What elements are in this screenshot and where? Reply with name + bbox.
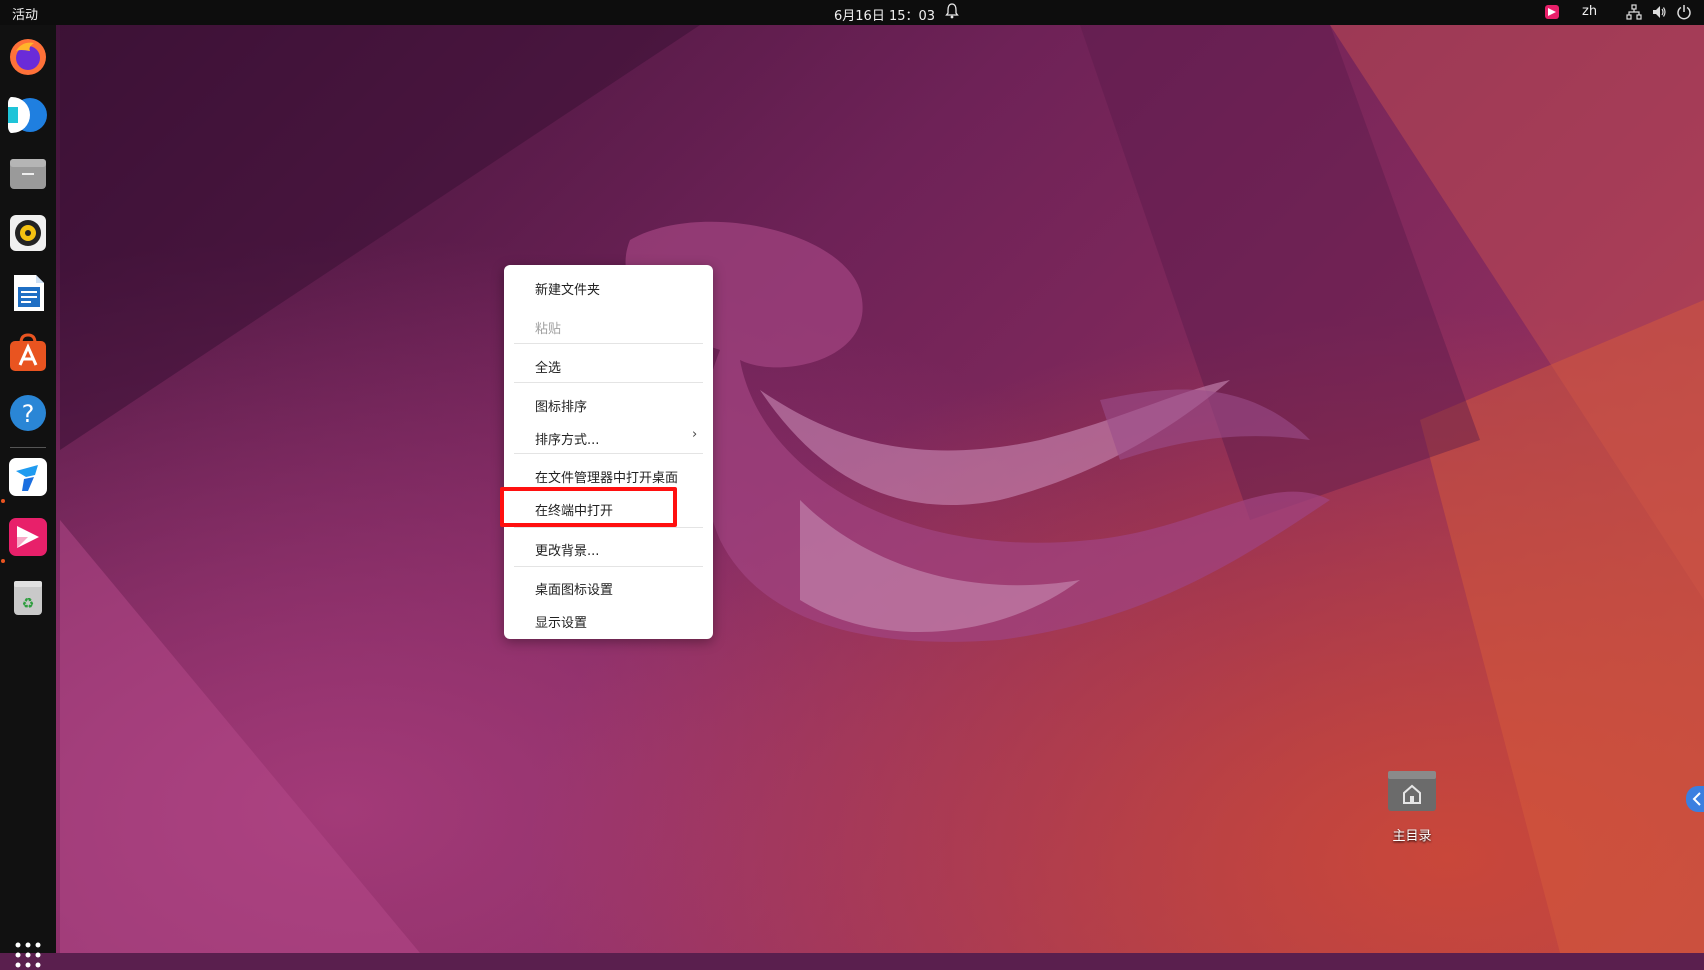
chevron-left-icon <box>1692 792 1701 806</box>
menu-item-label: 显示设置 <box>535 616 588 631</box>
menu-item-label: 全选 <box>535 361 562 376</box>
menu-item-select-all[interactable]: 全选 <box>504 351 713 379</box>
clock[interactable]: 6月16日 15：03 <box>834 5 935 24</box>
menu-item-label: 在文件管理器中打开桌面 <box>535 471 679 486</box>
input-method-indicator[interactable]: zh <box>1582 4 1597 19</box>
running-indicator <box>1 499 5 503</box>
rhythmbox-icon[interactable] <box>8 213 48 253</box>
home-folder-icon <box>1388 771 1436 811</box>
show-apps-grid-icon[interactable] <box>13 940 43 970</box>
menu-item-label: 桌面图标设置 <box>535 583 614 598</box>
files-icon[interactable] <box>8 153 48 193</box>
software-center-icon[interactable] <box>8 333 48 373</box>
home-folder-desktop-icon[interactable]: 主目录 <box>1380 765 1444 845</box>
menu-separator <box>514 453 703 454</box>
menu-item-label: 排序方式... <box>535 433 600 448</box>
svg-text:♻: ♻ <box>22 596 35 612</box>
running-indicator <box>1 559 5 563</box>
sunlogin-tray-icon[interactable] <box>1544 4 1560 20</box>
libreoffice-writer-icon[interactable] <box>8 273 48 313</box>
chevron-right-icon: › <box>692 427 698 442</box>
side-panel-toggle[interactable] <box>1686 786 1704 812</box>
network-icon[interactable] <box>1626 4 1642 20</box>
menu-item-new-folder[interactable]: 新建文件夹 <box>504 273 713 301</box>
desktop-context-menu: 新建文件夹 粘贴 全选 图标排序 排序方式... › 在文件管理器中打开桌面 在… <box>504 265 713 639</box>
top-bar: 活动 6月16日 15：03 zh <box>0 0 1704 25</box>
menu-separator <box>514 566 703 567</box>
activities-button[interactable]: 活动 <box>12 4 38 23</box>
wallpaper-graphic <box>60 25 1704 953</box>
menu-item-sort-by[interactable]: 排序方式... › <box>504 423 713 451</box>
menu-item-paste: 粘贴 <box>504 312 713 340</box>
help-icon[interactable]: ? <box>8 393 48 433</box>
menu-item-change-background[interactable]: 更改背景... <box>504 534 713 562</box>
menu-item-display-settings[interactable]: 显示设置 <box>504 606 713 634</box>
menu-item-desktop-icon-settings[interactable]: 桌面图标设置 <box>504 573 713 601</box>
highlight-annotation <box>500 487 677 527</box>
sunlogin-icon[interactable] <box>8 517 48 557</box>
firefox-icon[interactable] <box>8 37 48 77</box>
menu-item-arrange-icons[interactable]: 图标排序 <box>504 390 713 418</box>
volume-icon[interactable] <box>1651 4 1667 20</box>
thunderbird-icon[interactable] <box>8 95 48 135</box>
menu-separator <box>514 343 703 344</box>
menu-separator <box>514 382 703 383</box>
dock-separator <box>10 447 46 448</box>
svg-text:?: ? <box>22 400 35 428</box>
home-folder-label: 主目录 <box>1392 829 1432 844</box>
menu-item-label: 更改背景... <box>535 544 600 559</box>
desktop-wallpaper[interactable] <box>0 0 1704 953</box>
menu-item-label: 粘贴 <box>535 322 562 337</box>
trash-icon[interactable]: ♻ <box>8 577 48 617</box>
notification-bell-icon[interactable] <box>944 2 960 20</box>
power-icon[interactable] <box>1676 4 1692 20</box>
todesk-icon[interactable] <box>8 457 48 497</box>
menu-item-open-desktop-in-files[interactable]: 在文件管理器中打开桌面 <box>504 461 713 489</box>
menu-item-label: 新建文件夹 <box>535 283 601 298</box>
menu-separator <box>514 527 703 528</box>
menu-item-label: 图标排序 <box>535 400 588 415</box>
dock: ? ♻ <box>0 25 56 968</box>
